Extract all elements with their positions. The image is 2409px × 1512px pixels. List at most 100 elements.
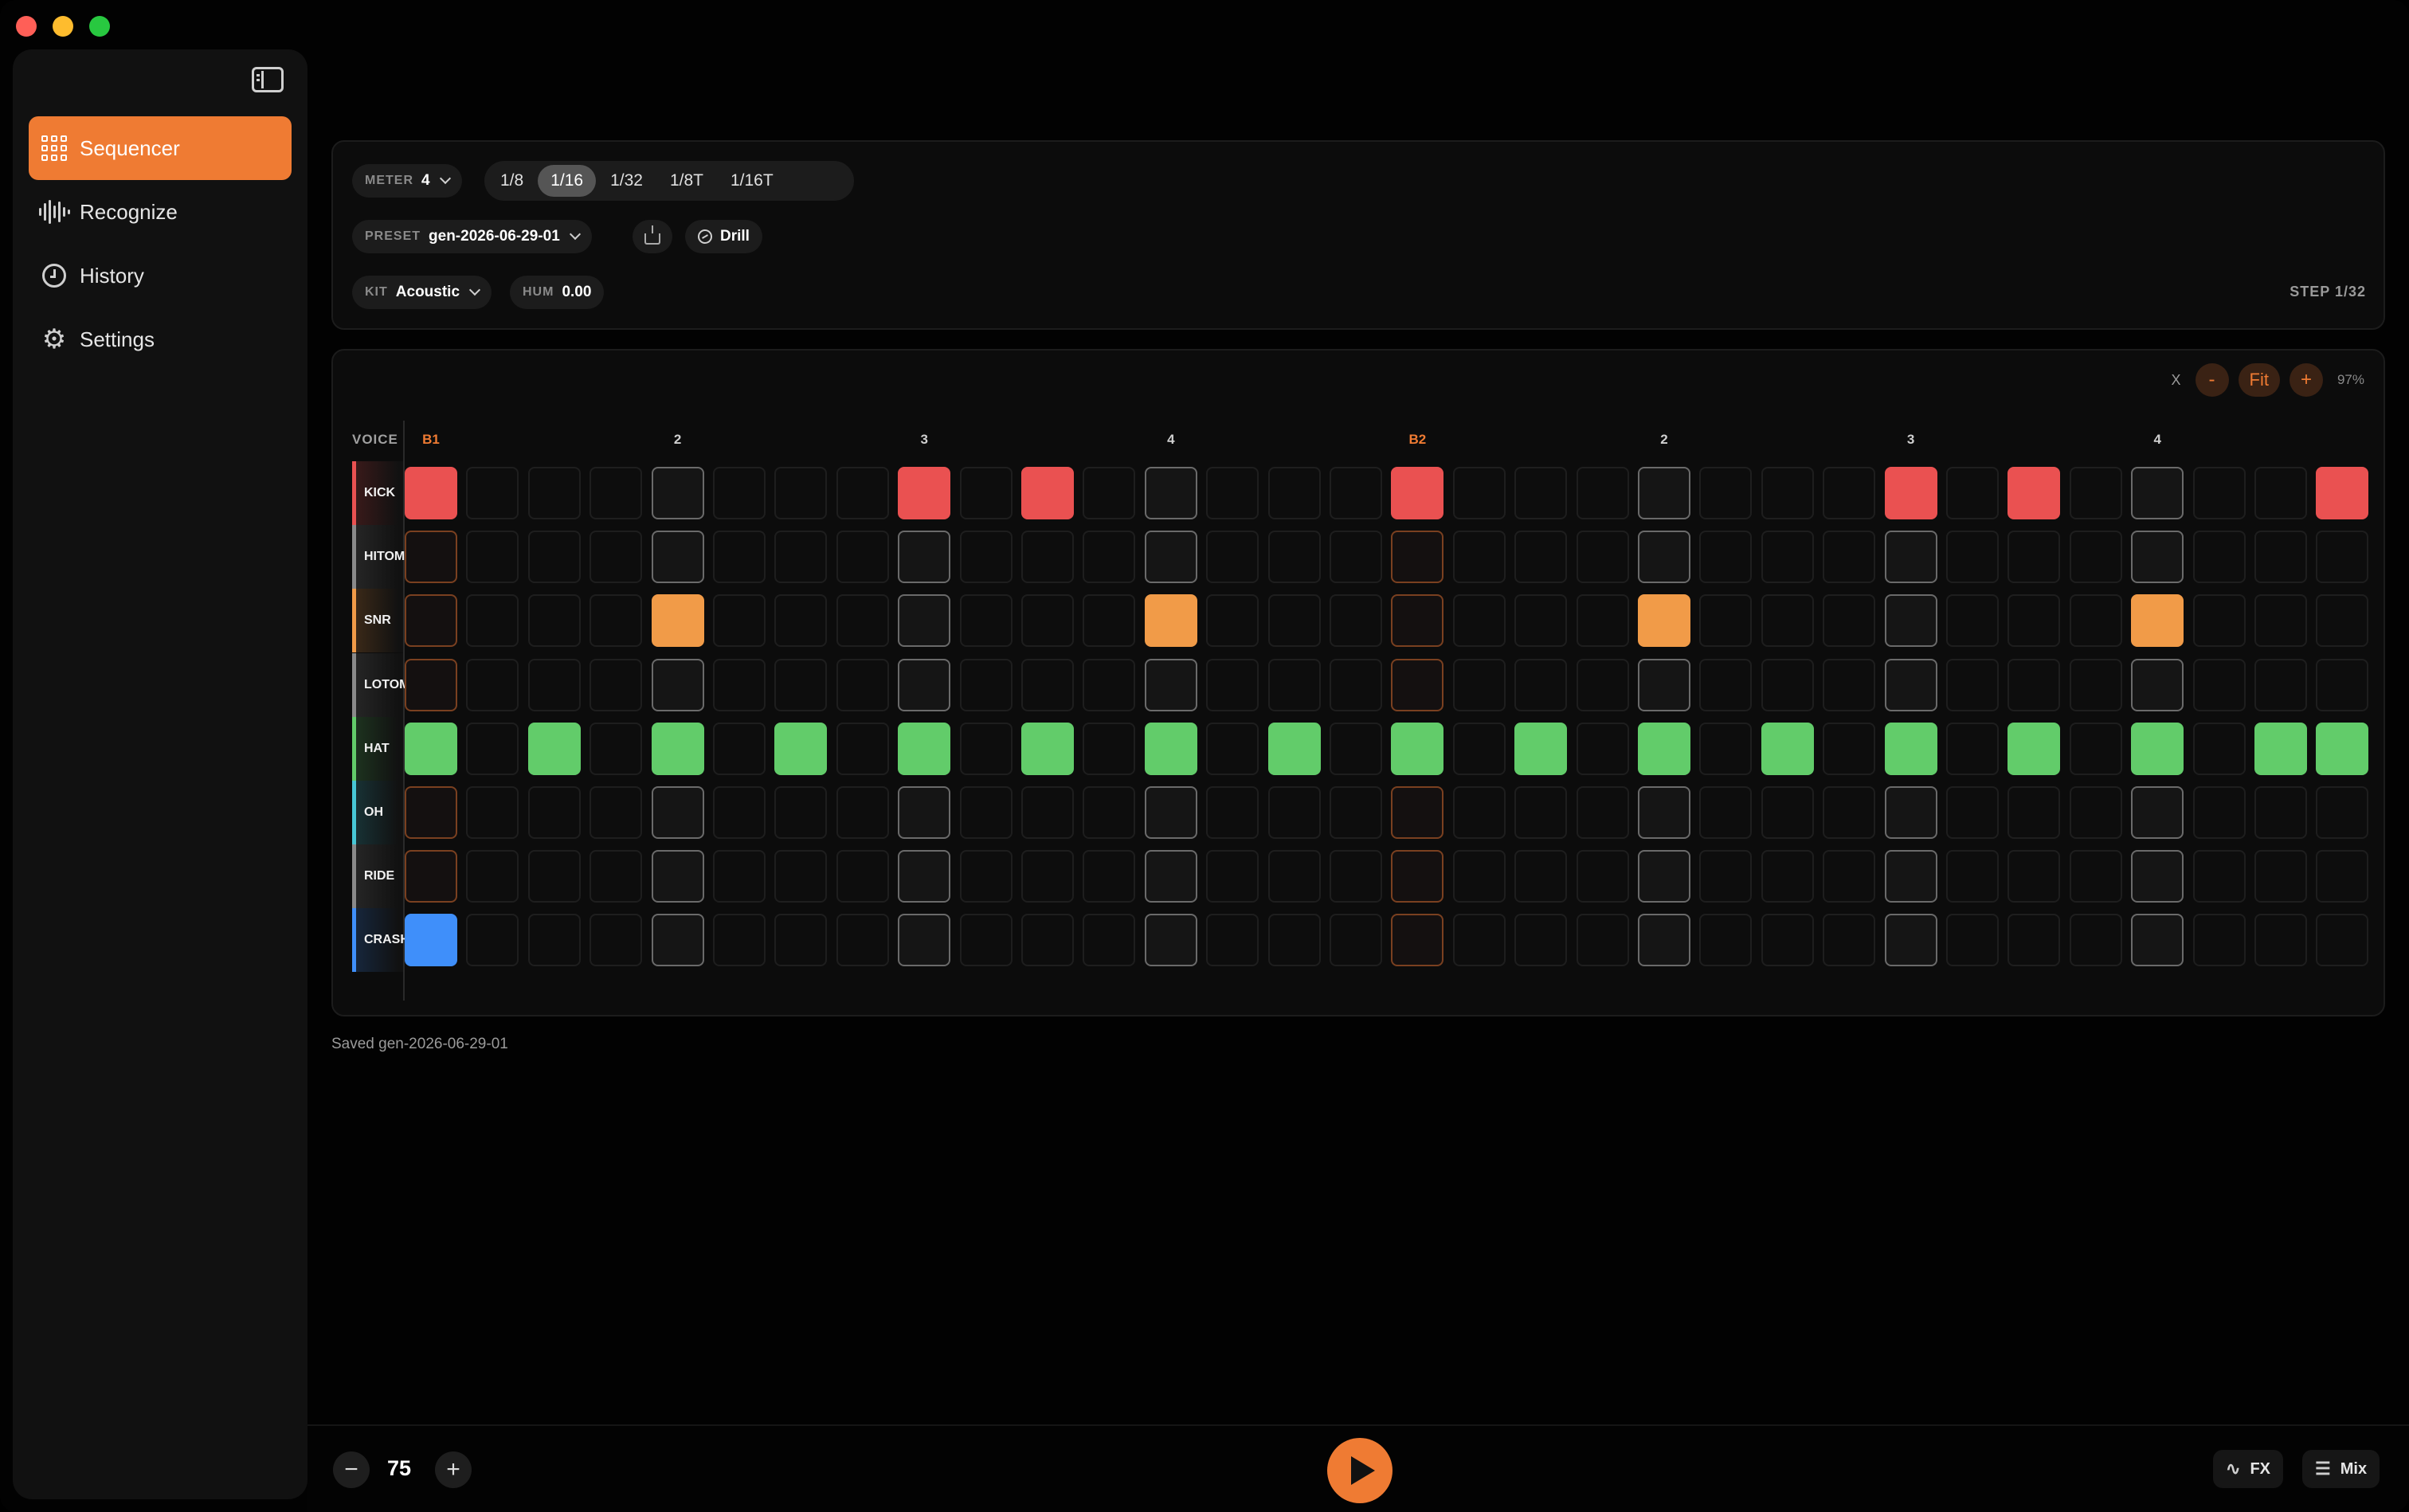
- step-cell-ride-2[interactable]: [466, 850, 519, 903]
- step-cell-snr-13[interactable]: [1144, 594, 1197, 648]
- step-cell-lotom-2[interactable]: [466, 658, 519, 711]
- step-cell-lotom-28[interactable]: [2069, 658, 2122, 711]
- save-preset-button[interactable]: [633, 220, 672, 253]
- sidebar-item-sequencer[interactable]: Sequencer: [29, 116, 292, 180]
- step-cell-snr-15[interactable]: [1267, 594, 1321, 648]
- step-cell-ride-11[interactable]: [1021, 850, 1074, 903]
- step-cell-hitom-15[interactable]: [1267, 531, 1321, 584]
- step-cell-lotom-10[interactable]: [959, 658, 1013, 711]
- subdivision-option-1-16[interactable]: 1/16: [538, 165, 597, 197]
- step-cell-kick-31[interactable]: [2254, 467, 2307, 519]
- step-cell-snr-24[interactable]: [1823, 594, 1876, 648]
- step-cell-hat-25[interactable]: [1884, 722, 1937, 775]
- step-cell-ride-29[interactable]: [2131, 850, 2184, 903]
- step-cell-kick-9[interactable]: [898, 467, 951, 519]
- step-cell-kick-4[interactable]: [590, 467, 643, 519]
- step-cell-hat-18[interactable]: [1452, 722, 1506, 775]
- step-cell-ride-6[interactable]: [713, 850, 766, 903]
- step-cell-oh-25[interactable]: [1884, 786, 1937, 839]
- step-cell-oh-24[interactable]: [1823, 786, 1876, 839]
- maximize-window-button[interactable]: [89, 16, 110, 37]
- step-cell-kick-21[interactable]: [1638, 467, 1690, 519]
- step-cell-crash-12[interactable]: [1083, 914, 1136, 967]
- step-cell-snr-28[interactable]: [2069, 594, 2122, 648]
- step-cell-hitom-12[interactable]: [1083, 531, 1136, 584]
- step-cell-snr-5[interactable]: [651, 594, 704, 648]
- step-cell-crash-6[interactable]: [713, 914, 766, 967]
- step-cell-snr-4[interactable]: [590, 594, 643, 648]
- step-cell-lotom-22[interactable]: [1699, 658, 1753, 711]
- fx-button[interactable]: ∿ FX: [2213, 1450, 2283, 1488]
- step-cell-hat-30[interactable]: [2192, 722, 2246, 775]
- step-cell-crash-18[interactable]: [1452, 914, 1506, 967]
- step-cell-oh-18[interactable]: [1452, 786, 1506, 839]
- step-cell-ride-23[interactable]: [1761, 850, 1814, 903]
- step-cell-kick-14[interactable]: [1206, 467, 1259, 519]
- step-cell-hitom-13[interactable]: [1144, 531, 1197, 584]
- step-cell-kick-20[interactable]: [1576, 467, 1629, 519]
- step-cell-ride-22[interactable]: [1699, 850, 1753, 903]
- step-cell-oh-14[interactable]: [1206, 786, 1259, 839]
- subdivision-option-1-8[interactable]: 1/8: [488, 165, 536, 197]
- step-cell-snr-14[interactable]: [1206, 594, 1259, 648]
- step-cell-crash-16[interactable]: [1330, 914, 1382, 967]
- step-cell-hat-7[interactable]: [774, 722, 828, 775]
- step-cell-snr-8[interactable]: [836, 594, 889, 648]
- step-cell-lotom-6[interactable]: [713, 658, 766, 711]
- step-cell-lotom-19[interactable]: [1514, 658, 1568, 711]
- step-cell-ride-18[interactable]: [1452, 850, 1506, 903]
- step-cell-crash-21[interactable]: [1638, 914, 1690, 967]
- step-cell-snr-31[interactable]: [2254, 594, 2307, 648]
- step-cell-hat-15[interactable]: [1267, 722, 1321, 775]
- step-cell-kick-12[interactable]: [1083, 467, 1136, 519]
- step-cell-hat-10[interactable]: [959, 722, 1013, 775]
- step-cell-hitom-26[interactable]: [1946, 531, 1999, 584]
- step-cell-hat-1[interactable]: [405, 722, 457, 775]
- step-cell-oh-22[interactable]: [1699, 786, 1753, 839]
- step-cell-hitom-11[interactable]: [1021, 531, 1074, 584]
- step-cell-oh-2[interactable]: [466, 786, 519, 839]
- step-cell-kick-27[interactable]: [2007, 467, 2061, 519]
- step-cell-oh-32[interactable]: [2316, 786, 2369, 839]
- step-cell-ride-17[interactable]: [1391, 850, 1444, 903]
- step-cell-hitom-27[interactable]: [2007, 531, 2061, 584]
- step-cell-crash-13[interactable]: [1144, 914, 1197, 967]
- step-cell-oh-8[interactable]: [836, 786, 889, 839]
- step-cell-hitom-14[interactable]: [1206, 531, 1259, 584]
- step-cell-hat-28[interactable]: [2069, 722, 2122, 775]
- step-cell-oh-1[interactable]: [405, 786, 457, 839]
- step-cell-ride-10[interactable]: [959, 850, 1013, 903]
- step-cell-hat-2[interactable]: [466, 722, 519, 775]
- step-cell-hat-22[interactable]: [1699, 722, 1753, 775]
- step-cell-kick-1[interactable]: [405, 467, 457, 519]
- step-cell-snr-25[interactable]: [1884, 594, 1937, 648]
- step-cell-ride-20[interactable]: [1576, 850, 1629, 903]
- step-cell-hat-23[interactable]: [1761, 722, 1814, 775]
- step-cell-crash-26[interactable]: [1946, 914, 1999, 967]
- step-cell-oh-6[interactable]: [713, 786, 766, 839]
- step-cell-hat-11[interactable]: [1021, 722, 1074, 775]
- step-cell-hitom-17[interactable]: [1391, 531, 1444, 584]
- step-cell-ride-21[interactable]: [1638, 850, 1690, 903]
- hum-control[interactable]: HUM 0.00: [510, 276, 605, 309]
- step-cell-snr-19[interactable]: [1514, 594, 1568, 648]
- step-cell-snr-32[interactable]: [2316, 594, 2369, 648]
- step-cell-crash-2[interactable]: [466, 914, 519, 967]
- step-cell-snr-21[interactable]: [1638, 594, 1690, 648]
- step-cell-hitom-3[interactable]: [527, 531, 581, 584]
- step-cell-kick-8[interactable]: [836, 467, 889, 519]
- step-cell-hitom-4[interactable]: [590, 531, 643, 584]
- step-cell-lotom-27[interactable]: [2007, 658, 2061, 711]
- step-cell-oh-19[interactable]: [1514, 786, 1568, 839]
- step-cell-oh-28[interactable]: [2069, 786, 2122, 839]
- step-cell-hitom-2[interactable]: [466, 531, 519, 584]
- step-cell-hitom-10[interactable]: [959, 531, 1013, 584]
- step-cell-kick-19[interactable]: [1514, 467, 1568, 519]
- step-cell-oh-30[interactable]: [2192, 786, 2246, 839]
- step-cell-lotom-4[interactable]: [590, 658, 643, 711]
- step-cell-kick-25[interactable]: [1884, 467, 1937, 519]
- voice-label-snr[interactable]: SNR: [352, 589, 403, 653]
- step-cell-kick-2[interactable]: [466, 467, 519, 519]
- step-cell-ride-5[interactable]: [651, 850, 704, 903]
- step-cell-snr-29[interactable]: [2131, 594, 2184, 648]
